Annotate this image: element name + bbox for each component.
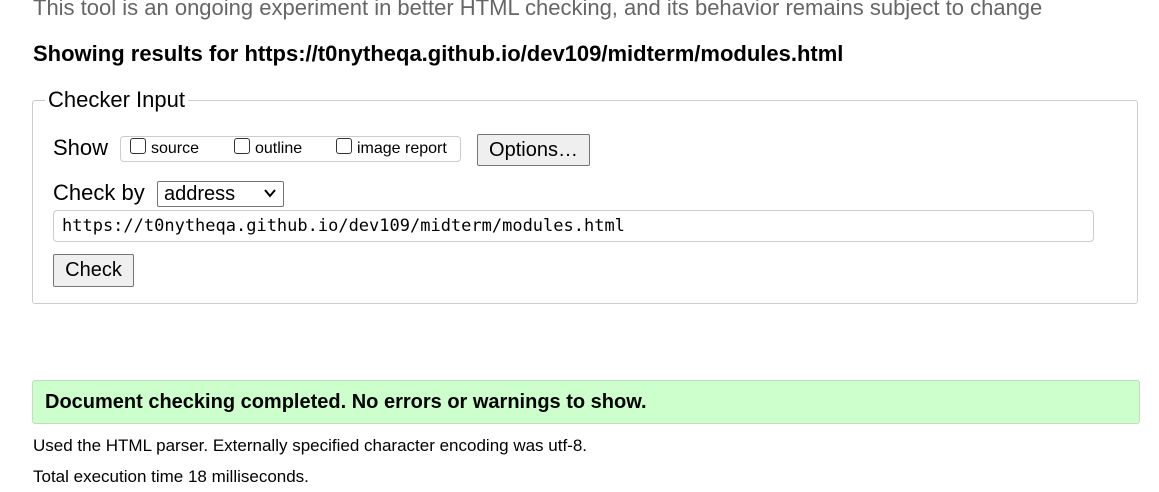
show-source-option[interactable]: source bbox=[130, 136, 199, 162]
show-label: Show bbox=[53, 135, 109, 160]
check-by-selected-value: address bbox=[164, 182, 236, 205]
options-button[interactable]: Options… bbox=[477, 134, 590, 166]
show-image-report-option[interactable]: image report bbox=[336, 136, 447, 162]
chevron-down-icon bbox=[264, 189, 276, 198]
outline-label: outline bbox=[255, 140, 303, 157]
outline-checkbox[interactable] bbox=[234, 138, 250, 154]
parser-info: Used the HTML parser. Externally specifi… bbox=[33, 436, 588, 455]
source-label: source bbox=[151, 140, 200, 157]
execution-time: Total execution time 18 milliseconds. bbox=[33, 467, 309, 486]
checker-input-legend: Checker Input bbox=[48, 87, 185, 112]
check-by-label: Check by bbox=[53, 180, 145, 205]
results-heading: Showing results for https://t0nytheqa.gi… bbox=[33, 41, 844, 66]
show-outline-option[interactable]: outline bbox=[234, 136, 302, 162]
check-by-select[interactable]: address bbox=[157, 181, 284, 207]
check-button[interactable]: Check bbox=[53, 254, 134, 287]
image-report-label: image report bbox=[357, 140, 447, 157]
url-input[interactable]: https://t0nytheqa.github.io/dev109/midte… bbox=[53, 210, 1094, 242]
source-checkbox[interactable] bbox=[130, 138, 146, 154]
image-report-checkbox[interactable] bbox=[336, 138, 352, 154]
experiment-note: This tool is an ongoing experiment in be… bbox=[33, 0, 1043, 20]
success-message: Document checking completed. No errors o… bbox=[32, 380, 1140, 424]
